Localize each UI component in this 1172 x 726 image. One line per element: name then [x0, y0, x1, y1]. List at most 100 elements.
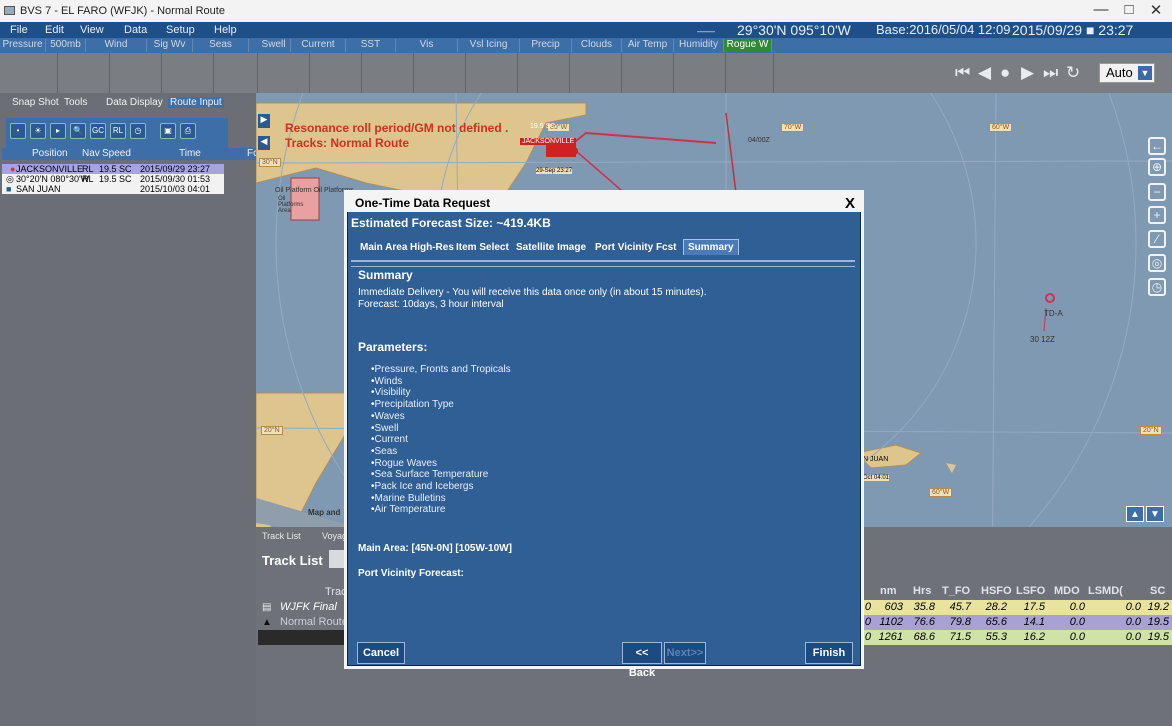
zoom-in-icon[interactable]: +: [1148, 206, 1166, 224]
tab-data-display[interactable]: Data Display: [106, 97, 163, 108]
menu-setup[interactable]: Setup: [166, 24, 195, 36]
tab-precip[interactable]: Precip: [520, 39, 572, 52]
table-cell: 17.5: [1010, 600, 1048, 615]
route-row[interactable]: ◎ 30°20'N 080°30'W RL 19.5 SC 2015/09/30…: [2, 174, 224, 184]
save-icon[interactable]: ▣: [160, 123, 176, 139]
scroll-down-icon[interactable]: ▼: [1146, 506, 1164, 522]
search-icon[interactable]: 🔍: [70, 123, 86, 139]
minimize-icon[interactable]: —: [1088, 1, 1114, 18]
tab-vis[interactable]: Vis: [396, 39, 458, 52]
step-back-icon[interactable]: ◀: [978, 63, 991, 83]
map-sanjuan: N JUAN: [863, 456, 889, 463]
track-list-button[interactable]: [329, 550, 349, 568]
tab-air-temp[interactable]: Air Temp: [622, 39, 674, 52]
maximize-icon[interactable]: □: [1116, 1, 1142, 18]
next-button[interactable]: Next>>: [664, 642, 706, 664]
toolbar-cell: [310, 53, 362, 93]
history-icon[interactable]: ◷: [1148, 278, 1166, 296]
track-row[interactable]: WJFK Final: [258, 600, 350, 615]
list-item: Swell: [371, 423, 511, 435]
map-speed-tag: 19.5 SC: [530, 123, 556, 130]
tab-humidity[interactable]: Humidity: [674, 39, 724, 52]
clock-icon[interactable]: ◷: [130, 123, 146, 139]
tab-clouds[interactable]: Clouds: [572, 39, 622, 52]
parameters-heading: Parameters:: [358, 340, 428, 354]
tab-summary[interactable]: Summary: [683, 239, 739, 255]
finish-button[interactable]: Finish: [805, 642, 853, 664]
tab-500mb[interactable]: 500mb: [46, 39, 86, 52]
base-time: Base:2016/05/04 12:09: [876, 22, 1011, 37]
toolbar-cell: [726, 53, 774, 93]
refresh-icon[interactable]: ↻: [1066, 63, 1080, 83]
sun-icon[interactable]: ☀: [30, 123, 46, 139]
pan-icon[interactable]: ⊕: [1148, 158, 1166, 176]
back-arrow-icon[interactable]: ←: [1148, 137, 1166, 155]
toolbar-cell: [162, 53, 214, 93]
map-label-20n: 20°N: [261, 426, 283, 435]
route-time: 2015/10/03 04:01: [140, 184, 211, 194]
route-nav: RL: [82, 164, 94, 174]
window-title: BVS 7 - EL FARO (WFJK) - Normal Route: [20, 5, 225, 17]
globe-icon[interactable]: ◎: [1148, 254, 1166, 272]
track-row[interactable]: [258, 630, 350, 645]
table-cell: 0.0: [1088, 600, 1144, 615]
tab-main-area[interactable]: Main Area: [360, 242, 407, 253]
skip-start-icon[interactable]: ⏮: [955, 63, 970, 83]
print-icon[interactable]: ⎙: [180, 123, 196, 139]
waypoint-icon: ◎: [6, 174, 14, 184]
menu-data[interactable]: Data: [124, 24, 147, 36]
auto-select[interactable]: Auto ▼: [1099, 63, 1155, 83]
back-button[interactable]: << Back: [622, 642, 662, 679]
rl-button[interactable]: RL: [110, 123, 126, 139]
tab-track-list[interactable]: Track List: [262, 531, 301, 541]
zoom-out-icon[interactable]: −: [1148, 183, 1166, 201]
gc-button[interactable]: GC: [90, 123, 106, 139]
tab-port-vicinity[interactable]: Port Vicinity Fcst: [595, 242, 677, 253]
panel-expand-icon[interactable]: ▶: [258, 114, 270, 128]
col-position: Position: [32, 148, 68, 159]
tab-item-select[interactable]: Item Select: [456, 242, 509, 253]
close-icon[interactable]: X: [845, 195, 855, 212]
col-nav: Nav: [82, 148, 100, 159]
waypoint-icon: ■: [6, 184, 12, 194]
stop-icon[interactable]: ●: [1000, 63, 1010, 83]
list-item: Visibility: [371, 387, 511, 399]
list-item: Waves: [371, 411, 511, 423]
tab-route-input[interactable]: Route Input: [168, 97, 224, 108]
play-icon[interactable]: ▶: [1021, 63, 1034, 83]
add-point-icon[interactable]: •: [10, 123, 26, 139]
tab-sst[interactable]: SST: [346, 39, 396, 52]
tab-wind[interactable]: Wind: [86, 39, 147, 52]
col-hsfo: HSFO: [981, 585, 1012, 597]
skip-end-icon[interactable]: ⏭: [1043, 63, 1058, 83]
tab-current[interactable]: Current: [291, 39, 346, 52]
scroll-up-icon[interactable]: ▲: [1126, 506, 1144, 522]
tab-sigwv[interactable]: Sig Wv: [147, 39, 193, 52]
menu-help[interactable]: Help: [214, 24, 237, 36]
map-0400z: 04/00Z: [748, 137, 770, 144]
cancel-button[interactable]: Cancel: [357, 642, 405, 664]
toolbar-cell: [362, 53, 414, 93]
close-window-icon[interactable]: ✕: [1143, 1, 1169, 19]
flag-icon[interactable]: ▸: [50, 123, 66, 139]
tab-rogue-w[interactable]: Rogue W: [724, 39, 772, 52]
tab-seas[interactable]: Seas: [193, 39, 249, 52]
measure-icon[interactable]: ∕: [1148, 230, 1166, 248]
table-cell: 0.0: [1088, 630, 1144, 645]
menu-file[interactable]: File: [10, 24, 28, 36]
tab-snap-shot[interactable]: Snap Shot: [12, 97, 59, 108]
menu-edit[interactable]: Edit: [45, 24, 64, 36]
route-row[interactable]: ● JACKSONVILLE RL 19.5 SC 2015/09/29 23:…: [2, 164, 224, 174]
tab-swell[interactable]: Swell: [257, 39, 291, 52]
table-cell: 0: [862, 600, 874, 615]
tab-high-res[interactable]: High-Res: [410, 242, 454, 253]
tab-pressure[interactable]: Pressure: [0, 39, 46, 52]
route-row[interactable]: ■ SAN JUAN 2015/10/03 04:01: [2, 184, 224, 194]
menu-view[interactable]: View: [80, 24, 104, 36]
tab-vsl-icing[interactable]: Vsl Icing: [458, 39, 520, 52]
tab-voyage[interactable]: Voyag: [322, 531, 347, 541]
tab-tools[interactable]: Tools: [64, 97, 87, 108]
tab-satellite-image[interactable]: Satellite Image: [516, 242, 586, 253]
panel-collapse-icon[interactable]: ◀: [258, 136, 270, 150]
list-item: Winds: [371, 376, 511, 388]
